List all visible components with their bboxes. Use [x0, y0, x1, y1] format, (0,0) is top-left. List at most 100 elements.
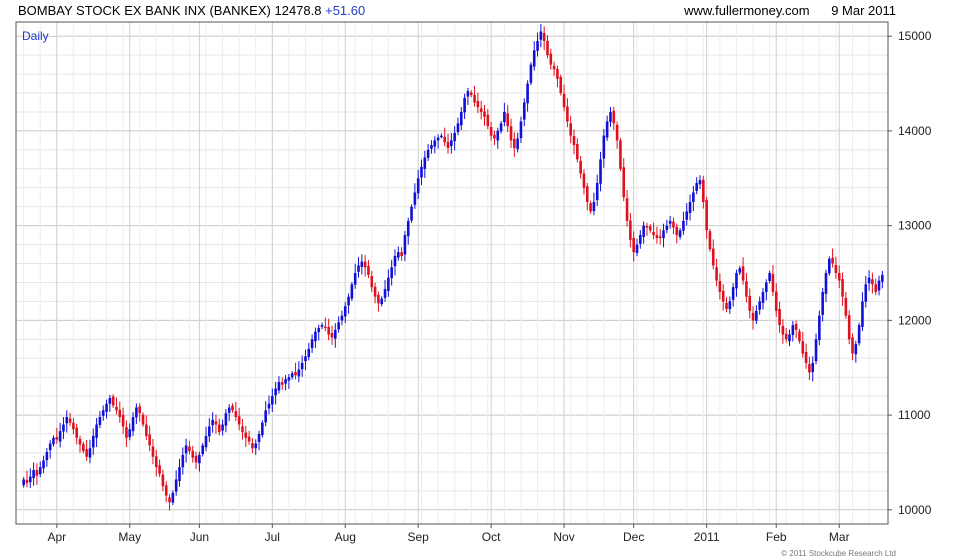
candle-body: [416, 178, 420, 194]
candle-body: [576, 143, 579, 160]
candle-body: [360, 261, 364, 267]
candle-body: [383, 289, 387, 298]
candle-body: [625, 198, 629, 221]
candle-body: [78, 438, 82, 445]
candle-body: [370, 276, 374, 288]
candle-body: [798, 331, 801, 342]
candle-body: [635, 244, 639, 253]
x-tick-label: May: [118, 530, 141, 544]
candle-body: [837, 273, 841, 281]
candle-body: [874, 284, 878, 292]
candle-body: [854, 344, 858, 355]
candle-body: [98, 416, 102, 425]
candle-body: [367, 265, 370, 275]
candle-body: [566, 106, 569, 122]
candle-body: [58, 431, 62, 442]
candle-body: [831, 257, 834, 264]
candle-body: [274, 388, 277, 396]
candle-body: [642, 225, 645, 238]
x-tick-label: Oct: [482, 530, 501, 544]
candle-body: [804, 351, 808, 363]
candle-body: [579, 160, 582, 174]
candle-body: [310, 339, 314, 349]
candle-body: [184, 445, 188, 454]
candle-body: [539, 31, 543, 40]
candle-body: [645, 226, 649, 228]
candle-body: [101, 410, 105, 416]
candle-body: [254, 443, 258, 449]
candle-body: [68, 418, 72, 423]
candle-body: [426, 149, 430, 158]
candle-body: [768, 273, 771, 281]
candle-body: [251, 443, 254, 449]
candle-body: [277, 381, 281, 391]
candle-body: [718, 280, 722, 292]
candle-body: [715, 267, 718, 281]
candle-body: [735, 273, 738, 289]
y-tick-label: 11000: [898, 408, 931, 422]
candle-body: [755, 310, 758, 321]
candle-body: [861, 301, 864, 327]
candle-body: [771, 274, 775, 292]
candle-body: [774, 291, 778, 311]
candle-body: [443, 136, 447, 143]
candle-body: [847, 315, 851, 340]
candle-body: [619, 140, 622, 169]
candle-body: [377, 294, 380, 304]
candle-body: [227, 407, 231, 413]
candle-body: [808, 364, 811, 373]
candle-body: [125, 427, 128, 438]
candle-body: [257, 434, 261, 442]
plot-frame: [15, 21, 889, 525]
candle-body: [486, 114, 490, 127]
candle-body: [682, 220, 685, 231]
x-axis: Apr May Jun Jul Aug Sep Oct Nov Dec 2011 Feb Mar: [47, 524, 850, 544]
candle-body: [403, 235, 407, 255]
candle-body: [688, 201, 692, 213]
candle-body: [788, 334, 791, 342]
candle-body: [217, 424, 221, 433]
candle-body: [396, 252, 400, 258]
candle-body: [85, 449, 88, 457]
candle-body: [658, 236, 662, 238]
candle-body: [158, 465, 161, 474]
candle-body: [91, 435, 95, 448]
candle-body: [194, 455, 198, 463]
candle-body: [765, 282, 768, 292]
candle-body: [148, 434, 151, 446]
candle-body: [105, 403, 108, 412]
candle-body: [317, 327, 321, 333]
candle-body: [241, 426, 244, 433]
candle-body: [678, 230, 682, 238]
candle-body: [221, 424, 224, 431]
candle-body: [519, 121, 523, 139]
candle-body: [154, 456, 158, 468]
y-axis: 10000 11000 12000 13000 14000 15000: [888, 29, 932, 517]
chart-panel: BOMBAY STOCK EX BANK INX (BANKEX) 12478.…: [0, 0, 980, 560]
candle-body: [45, 452, 49, 461]
candle-body: [271, 396, 274, 405]
candle-body: [834, 265, 838, 273]
y-tick-label: 10000: [898, 503, 932, 517]
x-tick-label: 2011: [694, 530, 720, 544]
candle-body: [406, 220, 410, 237]
candle-body: [380, 298, 384, 305]
candle-body: [267, 403, 271, 409]
candle-body: [284, 379, 287, 384]
candle-body: [721, 290, 725, 302]
candle-body: [599, 159, 602, 184]
candle-body: [261, 422, 264, 436]
candle-body: [532, 50, 536, 67]
candle-body: [824, 273, 828, 294]
candle-body: [529, 64, 533, 83]
candle-body: [35, 470, 39, 476]
candle-body: [748, 295, 752, 311]
candle-body: [489, 126, 493, 136]
copyright-notice: © 2011 Stockcube Research Ltd: [781, 549, 896, 558]
candle-body: [280, 382, 284, 385]
candles: [22, 23, 884, 511]
candle-body: [556, 68, 559, 79]
candle-body: [881, 275, 884, 282]
candle-body: [115, 406, 118, 411]
candle-body: [632, 237, 635, 253]
